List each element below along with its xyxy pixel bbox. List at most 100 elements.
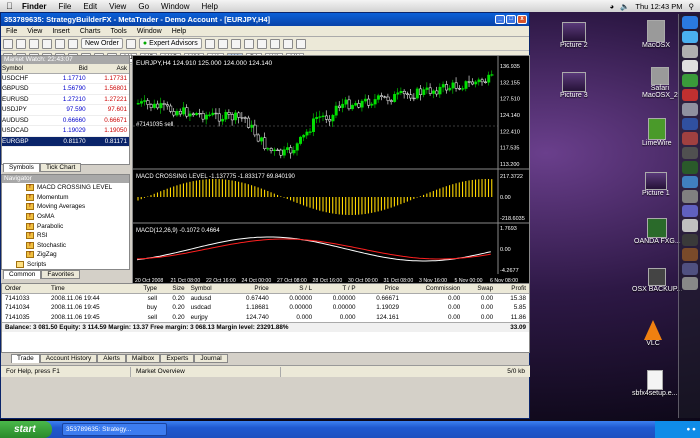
menu-charts[interactable]: Charts bbox=[75, 28, 106, 35]
column-header[interactable]: T / P bbox=[315, 284, 359, 294]
navigator-item[interactable]: f RSI bbox=[2, 231, 129, 241]
menu-window[interactable]: Window bbox=[132, 28, 167, 35]
market-watch-row[interactable]: EURUSD 1.27210 1.27221 bbox=[2, 94, 129, 105]
candlestick-icon[interactable] bbox=[217, 38, 228, 49]
system-tray[interactable]: ● ● bbox=[655, 421, 700, 438]
column-header[interactable]: Profit bbox=[496, 284, 529, 294]
menu-help[interactable]: Help bbox=[167, 28, 191, 35]
column-header[interactable]: S / L bbox=[271, 284, 316, 294]
order-row[interactable]: 7141033 2008.11.06 19:44 sell 0.20 audusd 0.6… bbox=[2, 294, 529, 304]
navigator-item[interactable]: f Stochastic bbox=[2, 241, 129, 251]
market-watch-row[interactable]: USDJPY 97.590 97.601 bbox=[2, 104, 129, 116]
desktop-icon-picture-3[interactable]: Picture 3 bbox=[560, 72, 588, 99]
desktop-icon-vlc[interactable]: VLC bbox=[644, 320, 662, 347]
tab-account-history[interactable]: Account History bbox=[39, 354, 98, 363]
app-dock-icon[interactable] bbox=[681, 146, 698, 159]
tab-trade[interactable]: Trade bbox=[11, 354, 40, 363]
tab-alerts[interactable]: Alerts bbox=[97, 354, 126, 363]
app-dock-icon[interactable] bbox=[681, 103, 698, 116]
chart-window[interactable]: EURJPY,H4 124.910 125.000 124.000 124.14… bbox=[132, 55, 530, 285]
spotlight-icon[interactable]: ⚲ bbox=[689, 2, 695, 11]
column-header[interactable]: Order bbox=[2, 284, 49, 294]
menu-view[interactable]: View bbox=[109, 2, 126, 11]
data-window-icon[interactable] bbox=[42, 38, 52, 49]
line-chart-icon[interactable] bbox=[230, 38, 241, 49]
column-header[interactable]: Commission bbox=[401, 284, 464, 294]
app-dock-icon[interactable] bbox=[681, 175, 698, 188]
expert-advisors-button[interactable]: ● Expert Advisors bbox=[138, 38, 202, 49]
wifi-icon[interactable]: ◕ bbox=[610, 2, 615, 11]
apple-icon[interactable]:  bbox=[6, 1, 16, 11]
new-order-button[interactable]: New Order bbox=[81, 38, 123, 49]
app-dock-icon[interactable] bbox=[681, 248, 698, 261]
market-watch-row[interactable]: EURGBP 0.81170 0.81171 bbox=[2, 136, 129, 147]
autoscroll-icon[interactable] bbox=[269, 38, 280, 49]
new-chart-icon[interactable] bbox=[3, 38, 13, 49]
safari-dock-icon[interactable] bbox=[681, 45, 698, 58]
column-header[interactable]: Price bbox=[228, 284, 272, 294]
app-dock-icon[interactable] bbox=[681, 161, 698, 174]
menu-file[interactable]: File bbox=[1, 28, 22, 35]
desktop-icon-macosx-2[interactable]: Safari MacOSX_2 bbox=[642, 67, 678, 99]
clock[interactable]: Thu 12:43 PM bbox=[635, 2, 682, 11]
start-button[interactable]: start bbox=[0, 421, 52, 438]
calendar-dock-icon[interactable] bbox=[681, 59, 698, 72]
column-header[interactable]: Symbol bbox=[2, 64, 47, 74]
menu-view[interactable]: View bbox=[22, 28, 47, 35]
column-header[interactable]: Swap bbox=[463, 284, 497, 294]
menu-help[interactable]: Help bbox=[201, 2, 217, 11]
app-dock-icon[interactable] bbox=[681, 219, 698, 232]
tab-favorites[interactable]: Favorites bbox=[41, 270, 81, 279]
column-header[interactable]: Type bbox=[130, 284, 161, 294]
menu-tools[interactable]: Tools bbox=[105, 28, 131, 35]
desktop-icon-picture-2[interactable]: Picture 2 bbox=[560, 22, 588, 49]
close-button[interactable]: x bbox=[517, 15, 527, 24]
menu-finder[interactable]: Finder bbox=[22, 2, 46, 11]
maximize-button[interactable]: □ bbox=[506, 15, 516, 24]
navigator-icon[interactable] bbox=[55, 38, 65, 49]
column-header[interactable]: Time bbox=[48, 284, 131, 294]
market-watch-row[interactable]: USDCAD 1.19029 1.19050 bbox=[2, 125, 129, 137]
desktop-icon-picture-1[interactable]: Picture 1 bbox=[642, 172, 670, 197]
window-titlebar[interactable]: 353789635: StrategyBuilderFX - MetaTrade… bbox=[1, 13, 529, 26]
desktop-icon-sbfx-setup[interactable]: sbfx4setup.e... bbox=[632, 370, 678, 397]
tab-journal[interactable]: Journal bbox=[194, 354, 228, 363]
tab-symbols[interactable]: Symbols bbox=[3, 163, 40, 172]
market-watch-row[interactable]: USDCHF 1.17710 1.17731 bbox=[2, 73, 129, 84]
menu-window[interactable]: Window bbox=[161, 2, 189, 11]
menu-edit[interactable]: Edit bbox=[83, 2, 97, 11]
navigator-item[interactable]: f Moving Averages bbox=[2, 202, 129, 212]
order-row[interactable]: 7141034 2008.11.06 19:45 buy 0.20 usdcad 1.18… bbox=[2, 303, 529, 313]
order-row[interactable]: 7141035 2008.11.06 19:45 sell 0.20 eurjpy 124… bbox=[2, 313, 529, 323]
tab-experts[interactable]: Experts bbox=[160, 354, 195, 363]
bar-chart-icon[interactable] bbox=[204, 38, 215, 49]
column-header[interactable]: Price bbox=[358, 284, 402, 294]
column-header[interactable]: Size bbox=[160, 284, 188, 294]
column-header[interactable]: Ask bbox=[87, 64, 129, 74]
app-dock-icon[interactable] bbox=[681, 117, 698, 130]
menu-go[interactable]: Go bbox=[138, 2, 149, 11]
navigator-item[interactable]: f OsMA bbox=[2, 212, 129, 222]
app-dock-icon[interactable] bbox=[681, 204, 698, 217]
tab-common[interactable]: Common bbox=[3, 270, 42, 279]
navigator-item[interactable]: f Parabolic bbox=[2, 221, 129, 231]
navigator-item-scripts[interactable]: Scripts bbox=[2, 260, 129, 270]
price-chart-svg[interactable]: EURJPY,H4 124.910 125.000 124.000 124.14… bbox=[133, 56, 529, 284]
navigator-item[interactable]: f ZigZag bbox=[2, 250, 129, 260]
volume-icon[interactable]: 🔈 bbox=[620, 2, 629, 11]
app-dock-icon[interactable] bbox=[681, 132, 698, 145]
menu-insert[interactable]: Insert bbox=[47, 28, 75, 35]
finder-dock-icon[interactable] bbox=[681, 16, 698, 29]
market-watch-icon[interactable] bbox=[29, 38, 39, 49]
menu-file[interactable]: File bbox=[58, 2, 71, 11]
taskbar-item-metatrader[interactable]: 353789635: Strategy... bbox=[62, 423, 167, 436]
navigator-item[interactable]: f MACD CROSSING LEVEL bbox=[2, 183, 129, 193]
app-dock-icon[interactable] bbox=[681, 190, 698, 203]
desktop-icon-oanda[interactable]: OANDA FXG... bbox=[634, 218, 681, 245]
app-dock-icon[interactable] bbox=[681, 262, 698, 275]
column-header[interactable]: Bid bbox=[46, 64, 88, 74]
zoom-out-icon[interactable] bbox=[256, 38, 267, 49]
tab-mailbox[interactable]: Mailbox bbox=[125, 354, 161, 363]
navigator-item[interactable]: f Momentum bbox=[2, 193, 129, 203]
column-header[interactable]: Symbol bbox=[187, 284, 229, 294]
